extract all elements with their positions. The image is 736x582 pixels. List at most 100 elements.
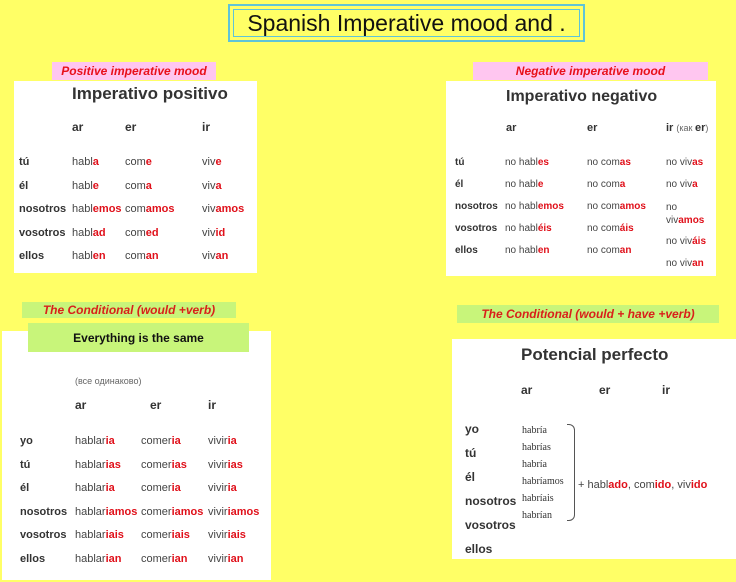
pronoun: él (465, 470, 476, 484)
verb-stem: no com (587, 179, 620, 190)
verb-ending: as (619, 157, 631, 168)
conjugation-er: comeriais (141, 529, 190, 541)
conjugation-ir: no viva (666, 179, 698, 190)
header-ir: ir (как er) (666, 122, 708, 134)
conjugation-ir: no vivan (666, 258, 704, 269)
verb-ending: ia (171, 435, 181, 447)
verb-stem: no habl (505, 245, 538, 256)
verb-ending: a (619, 179, 626, 190)
conjugation-er: no comáis (587, 223, 634, 234)
verb-ending: id (215, 226, 226, 239)
verb-ending: e (215, 156, 222, 168)
conjugation-ir: no vivas (666, 157, 703, 168)
perfect-conditional-label: The Conditional (would + have +verb) (457, 305, 719, 323)
verb-ending: an (145, 250, 159, 262)
verb-stem: comer (141, 553, 172, 565)
verb-ending: amos (678, 215, 705, 226)
header-ir: ir (208, 398, 217, 412)
verb-stem: com (125, 250, 146, 262)
verb-ending: ia (171, 482, 181, 495)
verb-ending: an (619, 245, 632, 256)
auxiliary-verb: habría (522, 425, 547, 436)
verb-stem: habl (72, 250, 93, 262)
conjugation-er: no coma (587, 179, 625, 190)
conjugation-ar: no hables (505, 157, 549, 168)
conjugation-er: no comamos (587, 201, 646, 212)
pronoun: nosotros (465, 494, 517, 508)
verb-stem: hablar (75, 482, 106, 495)
verb-stem: vivir (208, 553, 228, 565)
participle-ending: ido (654, 479, 672, 491)
verb-stem: no com (587, 157, 620, 168)
conjugation-ar: hablen (72, 250, 106, 262)
conjugation-ar: no habléis (505, 223, 552, 234)
verb-ending: amos (215, 203, 245, 215)
header-er: er (587, 122, 598, 134)
pronoun: vosotros (20, 529, 67, 542)
verb-ending: ia (105, 435, 115, 447)
verb-stem: hablar (75, 553, 106, 565)
pronoun: nosotros (19, 203, 67, 215)
verb-stem: hablar (75, 458, 106, 471)
verb-stem: com (125, 179, 146, 192)
conjugation-er: comamos (125, 203, 175, 215)
verb-ending: áis (692, 236, 707, 247)
conjugation-ir: viviriamos (208, 506, 259, 518)
conjugation-er: no comas (587, 157, 631, 168)
conjugation-ar: hablarias (75, 459, 121, 471)
pronoun: yo (465, 422, 480, 436)
conjugation-ir: vivirias (208, 459, 243, 471)
conjugation-ir: viva (202, 180, 222, 192)
participle-ending: ado (608, 479, 628, 491)
verb-stem: no viv (666, 258, 693, 269)
verb-stem: hablar (75, 529, 106, 542)
verb-stem: no habl (505, 223, 538, 234)
header-er: er (125, 120, 137, 134)
verb-ending: e (145, 156, 152, 168)
auxiliary-verb: habrían (522, 510, 552, 521)
participle-stem: habl (587, 479, 609, 491)
pronoun: vosotros (465, 518, 516, 532)
verb-stem: vivir (208, 482, 228, 495)
conjugation-ar: hablariamos (75, 506, 137, 518)
card-title: Potencial perfecto (521, 345, 669, 364)
header-ar: ar (72, 120, 84, 134)
verb-ending: en (537, 245, 550, 256)
everything-same-banner: Everything is the same (28, 323, 249, 352)
verb-ending: amos (145, 203, 175, 215)
verb-stem: no viv (666, 236, 693, 247)
card-title: Imperativo positivo (72, 84, 228, 103)
verb-ending: emos (92, 203, 122, 215)
conditional-card: (все одинаково) ar er ir yo hablaria comer… (2, 331, 271, 580)
verb-stem: viv (202, 226, 216, 239)
conjugation-er: comerias (141, 459, 187, 471)
verb-ending: iais (105, 529, 124, 542)
verb-ending: iais (227, 529, 246, 542)
conjugation-ir: viviria (208, 482, 237, 494)
verb-stem: vivir (208, 505, 228, 518)
conjugation-ir: vivirian (208, 553, 243, 565)
conjugation-er: comed (125, 227, 159, 239)
verb-ending: éis (537, 223, 552, 234)
verb-ending: iamos (105, 505, 138, 518)
pronoun: yo (20, 435, 33, 447)
pronoun: ellos (20, 553, 46, 565)
pronoun: tú (19, 156, 30, 168)
verb-stem: no habl (505, 201, 538, 212)
same-note: (все одинаково) (75, 376, 142, 386)
verb-stem: comer (141, 458, 172, 471)
negative-mood-label: Negative imperative mood (473, 62, 708, 80)
verb-stem: viv (202, 203, 216, 215)
verb-ending: ian (105, 553, 122, 565)
conjugation-ir: viviria (208, 435, 237, 447)
participle-ending: ido (690, 479, 708, 491)
verb-ending: ia (227, 435, 237, 447)
verb-stem: hablar (75, 435, 106, 447)
verb-ending: iamos (227, 505, 260, 518)
conjugation-er: come (125, 156, 152, 168)
header-ar: ar (521, 383, 533, 397)
verb-ending: ia (227, 482, 237, 495)
header-er: er (599, 383, 611, 397)
verb-stem: vivir (208, 458, 228, 471)
verb-stem: vivir (208, 529, 228, 542)
